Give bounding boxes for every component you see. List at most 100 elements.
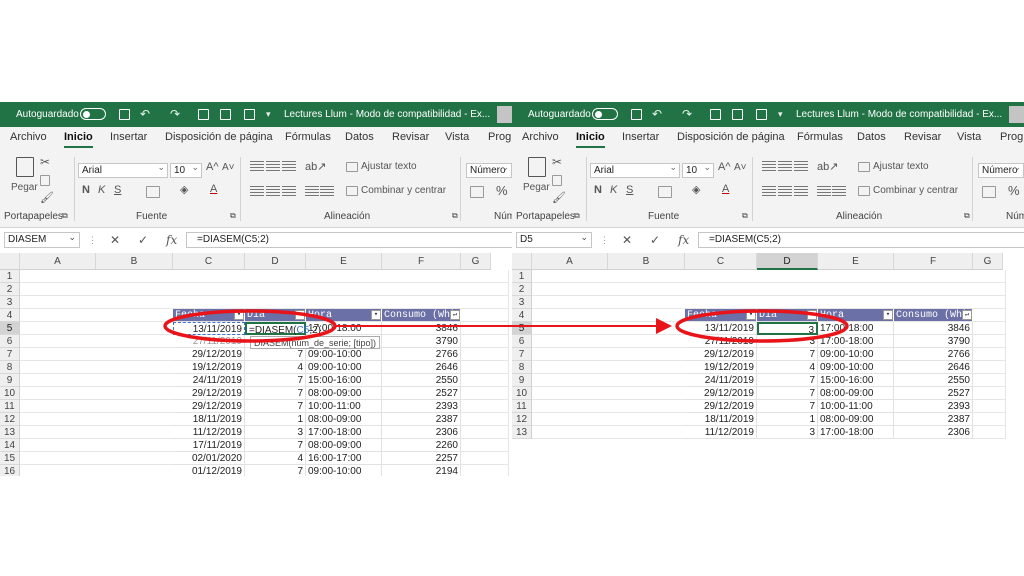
title-search-box[interactable] xyxy=(1009,106,1024,123)
table-cell[interactable]: 3790 xyxy=(894,335,973,348)
align-vertical-icon[interactable] xyxy=(282,161,296,171)
table-cell[interactable]: 2387 xyxy=(894,413,973,426)
currency-icon[interactable] xyxy=(470,186,484,198)
align-horizontal-icon[interactable] xyxy=(320,186,334,196)
table-cell[interactable]: 27/11/2019 xyxy=(685,335,757,348)
table-cell[interactable]: 29/12/2019 xyxy=(685,348,757,361)
copy-icon[interactable] xyxy=(40,175,50,186)
name-box[interactable]: D5 xyxy=(516,230,592,248)
column-header-b[interactable]: B xyxy=(608,253,685,270)
align-horizontal-icon[interactable] xyxy=(250,186,264,196)
wrap-text-button[interactable]: Ajustar texto xyxy=(361,161,417,172)
table-cell[interactable]: 7 xyxy=(757,400,818,413)
filter-dropdown-icon[interactable]: ▾ xyxy=(883,310,893,320)
cancel-icon[interactable]: ✕ xyxy=(622,232,632,248)
table-cell[interactable]: 15:00-16:00 xyxy=(306,374,382,387)
percent-button[interactable]: % xyxy=(496,183,508,198)
save-icon[interactable] xyxy=(119,109,130,120)
table-cell[interactable]: 29/12/2019 xyxy=(685,387,757,400)
merge-center-button[interactable]: Combinar y centrar xyxy=(361,185,446,196)
row-header-11[interactable]: 11 xyxy=(0,400,20,413)
tab-revisar[interactable]: Revisar xyxy=(904,131,941,143)
row-header-4[interactable]: 4 xyxy=(512,309,532,322)
title-search-box[interactable] xyxy=(497,106,512,123)
tab-disposicindepgina[interactable]: Disposición de página xyxy=(165,131,273,143)
tab-inicio[interactable]: Inicio xyxy=(64,131,93,148)
table-cell[interactable]: 7 xyxy=(245,465,306,476)
align-horizontal-icon[interactable] xyxy=(282,186,296,196)
table-cell[interactable]: 3 xyxy=(757,335,818,348)
table-cell[interactable]: 7 xyxy=(245,439,306,452)
align-vertical-icon[interactable] xyxy=(762,161,776,171)
row-header-13[interactable]: 13 xyxy=(512,426,532,439)
table-cell[interactable]: 08:00-09:00 xyxy=(306,413,382,426)
italic-button[interactable]: K xyxy=(610,184,617,196)
autosave-toggle[interactable] xyxy=(592,108,618,120)
row-header-7[interactable]: 7 xyxy=(512,348,532,361)
undo-icon[interactable]: ↶ xyxy=(652,102,662,127)
table-cell[interactable]: 2550 xyxy=(894,374,973,387)
print-icon[interactable] xyxy=(244,109,255,120)
bold-button[interactable]: N xyxy=(82,184,90,196)
column-header-e[interactable]: E xyxy=(306,253,382,270)
tab-vista[interactable]: Vista xyxy=(445,131,469,143)
cut-icon[interactable]: ✂ xyxy=(552,155,562,169)
table-cell[interactable]: 29/12/2019 xyxy=(173,387,245,400)
tab-frmulas[interactable]: Fórmulas xyxy=(797,131,843,143)
table-cell[interactable]: 2306 xyxy=(382,426,461,439)
align-vertical-icon[interactable] xyxy=(250,161,264,171)
formula-input[interactable]: =DIASEM(C5;2) xyxy=(698,232,1024,248)
enter-icon[interactable]: ✓ xyxy=(650,232,660,248)
table-cell[interactable]: 2387 xyxy=(382,413,461,426)
table-cell[interactable]: 2257 xyxy=(382,452,461,465)
row-header-6[interactable]: 6 xyxy=(0,335,20,348)
borders-icon[interactable] xyxy=(146,186,160,198)
table-cell[interactable]: 1 xyxy=(757,413,818,426)
italic-button[interactable]: K xyxy=(98,184,105,196)
table-cell[interactable]: 27/11/2019 xyxy=(173,335,245,348)
orientation-icon[interactable]: ab↗ xyxy=(817,160,838,173)
row-header-7[interactable]: 7 xyxy=(0,348,20,361)
row-header-5[interactable]: 5 xyxy=(512,322,532,335)
format-painter-icon[interactable]: 🖌 xyxy=(552,191,566,204)
table-cell[interactable]: 2260 xyxy=(382,439,461,452)
table-cell[interactable]: 29/12/2019 xyxy=(685,400,757,413)
table-cell[interactable]: 08:00-09:00 xyxy=(306,387,382,400)
row-header-2[interactable]: 2 xyxy=(512,283,532,296)
font-name-select[interactable]: Arial xyxy=(590,161,680,178)
table-cell[interactable]: 2550 xyxy=(382,374,461,387)
row-header-9[interactable]: 9 xyxy=(0,374,20,387)
table-cell[interactable]: 3 xyxy=(757,426,818,439)
table-cell[interactable]: 19/12/2019 xyxy=(173,361,245,374)
table-cell[interactable]: 02/01/2020 xyxy=(173,452,245,465)
table-cell[interactable]: 09:00-10:00 xyxy=(306,465,382,476)
insert-function-icon[interactable]: fx xyxy=(166,232,177,248)
table-cell[interactable]: 24/11/2019 xyxy=(173,374,245,387)
format-painter-icon[interactable]: 🖌 xyxy=(40,191,54,204)
table-cell[interactable]: 11/12/2019 xyxy=(173,426,245,439)
row-header-1[interactable]: 1 xyxy=(0,270,20,283)
table-cell[interactable]: 17:00-18:00 xyxy=(306,426,382,439)
table-cell[interactable]: 08:00-09:00 xyxy=(818,387,894,400)
dialog-launcher-icon[interactable]: ⧉ xyxy=(62,211,68,221)
cut-icon[interactable]: ✂ xyxy=(40,155,50,169)
paste-icon[interactable] xyxy=(528,157,546,177)
filter-dropdown-icon[interactable]: ▾ xyxy=(746,310,756,320)
font-name-select[interactable]: Arial xyxy=(78,161,168,178)
grow-font-icon[interactable]: A^ xyxy=(718,161,731,173)
column-header-f[interactable]: F xyxy=(894,253,973,270)
font-color-icon[interactable]: A xyxy=(722,183,729,195)
orientation-icon[interactable]: ab↗ xyxy=(305,160,326,173)
table-cell[interactable]: 2766 xyxy=(894,348,973,361)
table-cell[interactable]: 3 xyxy=(757,322,818,335)
table-cell[interactable]: 01/12/2019 xyxy=(173,465,245,476)
fill-color-icon[interactable]: ◈ xyxy=(692,183,700,196)
underline-button[interactable]: S xyxy=(114,184,121,196)
tab-progr[interactable]: Progr xyxy=(488,131,512,143)
table-cell[interactable]: 16:00-17:00 xyxy=(306,452,382,465)
new-file-icon[interactable] xyxy=(198,109,209,120)
column-header-a[interactable]: A xyxy=(20,253,96,270)
filter-dropdown-icon[interactable]: ↵ xyxy=(450,310,460,320)
align-horizontal-icon[interactable] xyxy=(817,186,831,196)
column-header-b[interactable]: B xyxy=(96,253,173,270)
